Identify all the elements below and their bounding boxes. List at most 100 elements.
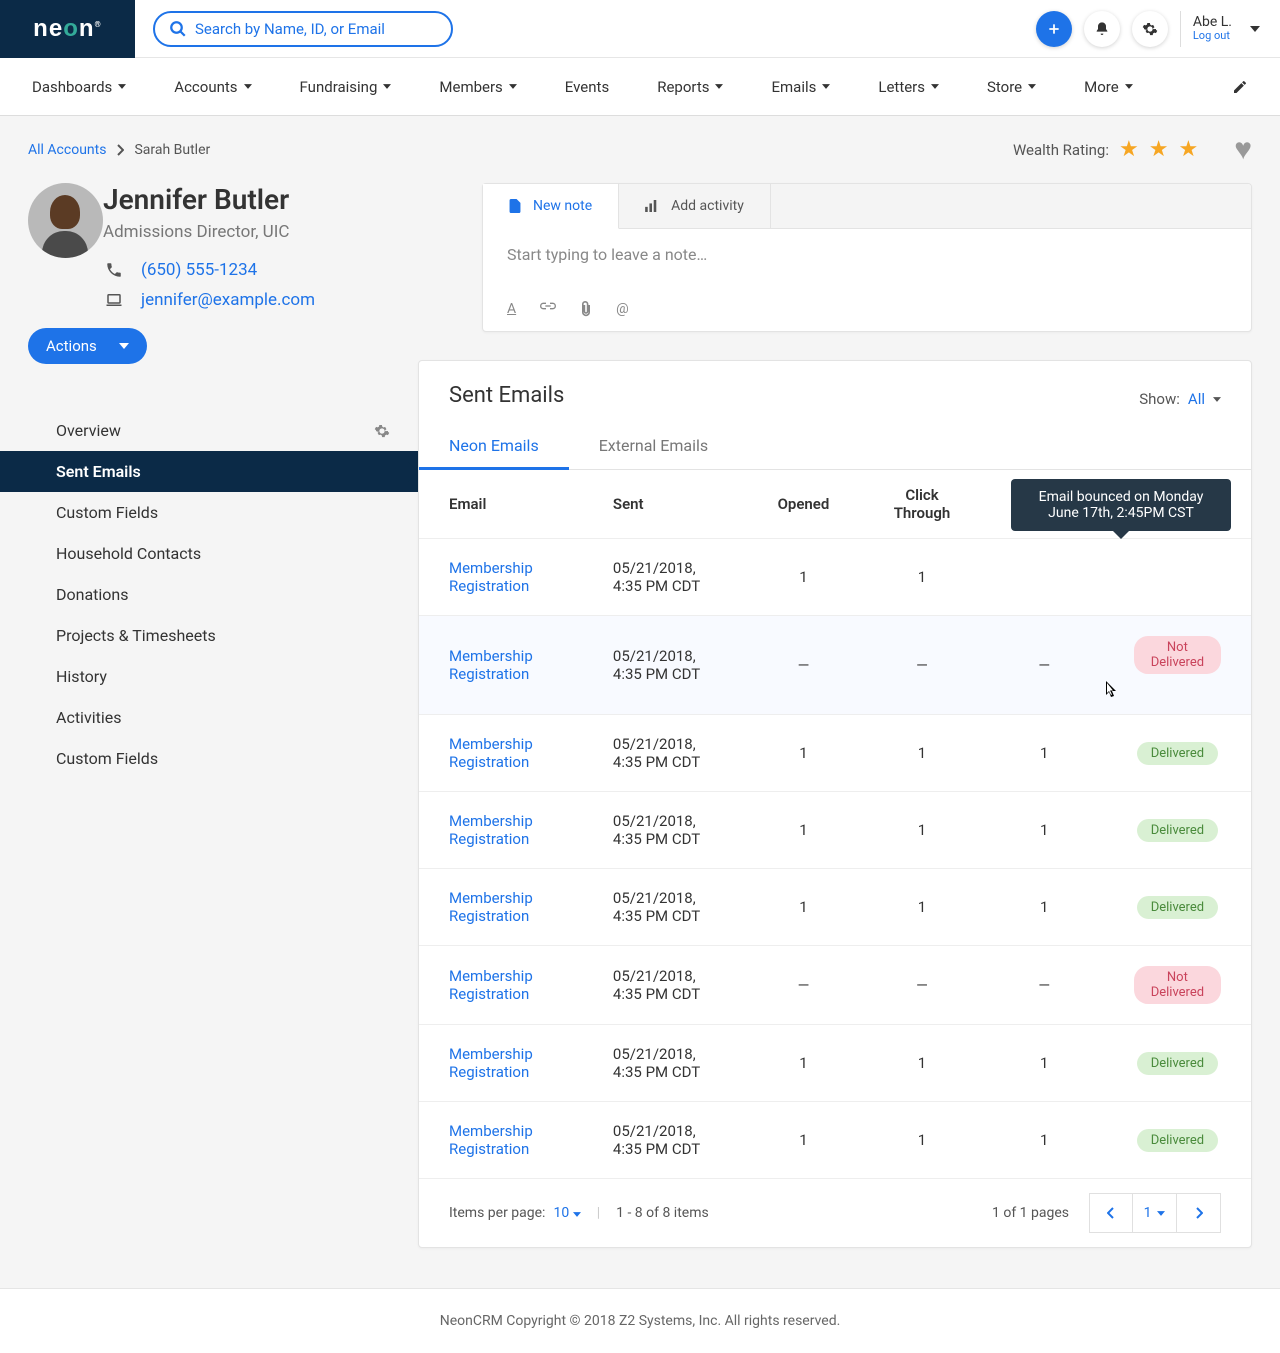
sidenav-sent-emails[interactable]: Sent Emails xyxy=(0,451,418,492)
profile-phone[interactable]: (650) 555-1234 xyxy=(141,260,257,280)
col-email[interactable]: Email xyxy=(419,470,583,539)
sidenav-activities[interactable]: Activities xyxy=(0,697,418,738)
tab-new-note[interactable]: New note xyxy=(483,184,619,229)
add-button[interactable] xyxy=(1036,11,1072,47)
show-value: All xyxy=(1188,390,1205,408)
click-cell: — xyxy=(859,946,984,1025)
profile-email[interactable]: jennifer@example.com xyxy=(141,290,315,310)
email-link[interactable]: Membership Registration xyxy=(449,1122,533,1158)
bounced-cell: 1 xyxy=(985,715,1104,792)
sidenav-projects-timesheets[interactable]: Projects & Timesheets xyxy=(0,615,418,656)
range-text: 1 - 8 of 8 items xyxy=(616,1205,709,1221)
user-menu[interactable]: Abe L. Log out xyxy=(1193,15,1232,42)
table-row[interactable]: Membership Registration05/21/2018, 4:35 … xyxy=(419,715,1251,792)
sidenav-household-contacts[interactable]: Household Contacts xyxy=(0,533,418,574)
status-badge[interactable]: Delivered xyxy=(1137,1129,1218,1152)
actions-button[interactable]: Actions xyxy=(28,328,147,364)
nav-accounts[interactable]: Accounts xyxy=(174,78,251,96)
page-select[interactable]: 1 xyxy=(1133,1193,1177,1233)
sent-cell: 05/21/2018, 4:35 PM CDT xyxy=(583,616,748,715)
sidenav-history[interactable]: History xyxy=(0,656,418,697)
mention-button[interactable]: @ xyxy=(616,301,629,317)
profile-title: Admissions Director, UIC xyxy=(103,222,315,242)
nav-emails[interactable]: Emails xyxy=(771,78,830,96)
phone-icon xyxy=(103,261,125,279)
table-row[interactable]: Membership Registration 05/21/2018, 4:35 … xyxy=(419,616,1251,715)
tab-add-activity[interactable]: Add activity xyxy=(619,184,771,228)
col-sent[interactable]: Sent xyxy=(583,470,748,539)
status-badge[interactable]: Not Delivered xyxy=(1134,966,1221,1004)
sidenav-custom-fields[interactable]: Custom Fields xyxy=(0,492,418,533)
bell-icon xyxy=(1094,21,1110,37)
col-opened[interactable]: Opened xyxy=(748,470,860,539)
email-link[interactable]: Membership Registration xyxy=(449,735,533,771)
status-cell xyxy=(1104,539,1251,616)
status-badge[interactable]: Not Delivered xyxy=(1134,636,1221,674)
nav-store[interactable]: Store xyxy=(987,78,1036,96)
tab-external-emails[interactable]: External Emails xyxy=(569,424,738,469)
avatar[interactable] xyxy=(28,183,103,258)
email-link[interactable]: Membership Registration xyxy=(449,559,533,595)
ipp-select[interactable]: 10 xyxy=(553,1205,580,1221)
edit-nav-button[interactable] xyxy=(1232,79,1248,95)
breadcrumb-current: Sarah Butler xyxy=(134,142,210,158)
brand-logo[interactable]: neon® xyxy=(0,0,135,58)
prev-page-button[interactable] xyxy=(1089,1193,1133,1233)
nav-letters[interactable]: Letters xyxy=(878,78,939,96)
breadcrumb-root[interactable]: All Accounts xyxy=(28,142,106,158)
star-icon: ★ xyxy=(1149,137,1169,162)
sidenav-overview[interactable]: Overview xyxy=(0,410,418,451)
nav-members[interactable]: Members xyxy=(439,78,516,96)
sidenav-custom-fields-2[interactable]: Custom Fields xyxy=(0,738,418,779)
nav-more[interactable]: More xyxy=(1084,78,1133,96)
nav-events[interactable]: Events xyxy=(565,78,609,96)
pencil-icon xyxy=(1232,79,1248,95)
next-page-button[interactable] xyxy=(1177,1193,1221,1233)
col-click[interactable]: Click Through xyxy=(859,470,984,539)
favorite-button[interactable]: ♥ xyxy=(1234,132,1252,167)
sidenav-label: Sent Emails xyxy=(56,462,141,481)
star-icon: ★ xyxy=(1178,137,1198,162)
caret-down-icon xyxy=(383,84,391,89)
table-row[interactable]: Membership Registration05/21/2018, 4:35 … xyxy=(419,1102,1251,1179)
table-row[interactable]: Membership Registration05/21/2018, 4:35 … xyxy=(419,946,1251,1025)
logout-link[interactable]: Log out xyxy=(1193,30,1230,42)
sidenav-label: Household Contacts xyxy=(56,544,201,563)
settings-button[interactable] xyxy=(1132,11,1168,47)
status-badge[interactable]: Delivered xyxy=(1137,742,1218,765)
link-button[interactable] xyxy=(540,301,556,317)
email-link[interactable]: Membership Registration xyxy=(449,812,533,848)
table-row[interactable]: Membership Registration05/21/2018, 4:35 … xyxy=(419,539,1251,616)
sidenav-donations[interactable]: Donations xyxy=(0,574,418,615)
note-input[interactable]: Start typing to leave a note… xyxy=(483,229,1251,301)
sent-emails-card: Sent Emails Show: All Neon Emails Extern… xyxy=(418,360,1252,1248)
ipp-label: Items per page: xyxy=(449,1205,545,1221)
status-badge[interactable]: Delivered xyxy=(1137,1052,1218,1075)
attachment-button[interactable] xyxy=(580,301,592,317)
notifications-button[interactable] xyxy=(1084,11,1120,47)
show-label: Show: xyxy=(1139,390,1180,408)
email-link[interactable]: Membership Registration xyxy=(449,1045,533,1081)
table-row[interactable]: Membership Registration05/21/2018, 4:35 … xyxy=(419,1025,1251,1102)
caret-down-icon xyxy=(573,1212,581,1217)
email-link[interactable]: Membership Registration xyxy=(449,647,533,683)
nav-dashboards[interactable]: Dashboards xyxy=(32,78,126,96)
email-link[interactable]: Membership Registration xyxy=(449,889,533,925)
show-filter[interactable]: Show: All xyxy=(1139,390,1221,408)
table-row[interactable]: Membership Registration05/21/2018, 4:35 … xyxy=(419,792,1251,869)
search-input[interactable] xyxy=(195,20,437,38)
nav-reports[interactable]: Reports xyxy=(657,78,723,96)
table-row[interactable]: Membership Registration05/21/2018, 4:35 … xyxy=(419,869,1251,946)
caret-down-icon[interactable] xyxy=(1250,26,1260,32)
nav-fundraising[interactable]: Fundraising xyxy=(300,78,392,96)
gear-icon[interactable] xyxy=(374,423,390,439)
main-nav: Dashboards Accounts Fundraising Members … xyxy=(0,58,1280,116)
email-link[interactable]: Membership Registration xyxy=(449,967,533,1003)
status-badge[interactable]: Delivered xyxy=(1137,819,1218,842)
status-badge[interactable]: Delivered xyxy=(1137,896,1218,919)
bounced-cell xyxy=(985,539,1104,616)
text-format-button[interactable]: A xyxy=(507,301,516,317)
tab-neon-emails[interactable]: Neon Emails xyxy=(419,424,569,470)
global-search[interactable] xyxy=(153,11,453,47)
opened-cell: — xyxy=(748,946,860,1025)
